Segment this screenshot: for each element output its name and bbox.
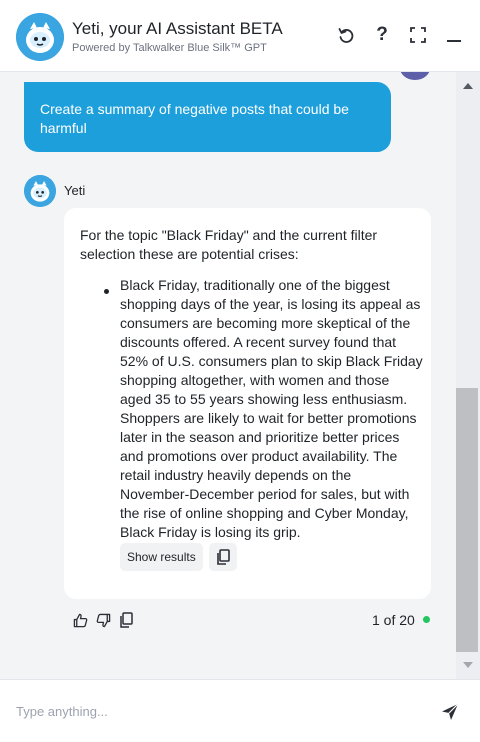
- assistant-subtitle: Powered by Talkwalker Blue Silk™ GPT: [72, 42, 267, 54]
- chat-history[interactable]: Create a summary of negative posts that …: [0, 72, 480, 679]
- message-composer: [0, 679, 480, 742]
- scroll-down-arrow-icon[interactable]: [463, 662, 473, 668]
- show-results-button[interactable]: Show results: [120, 543, 203, 571]
- crisis-bullet: Black Friday, traditionally one of the b…: [120, 277, 423, 540]
- copy-icon: [217, 549, 230, 565]
- minimize-icon: [447, 40, 461, 42]
- reset-button[interactable]: [335, 24, 357, 46]
- chat-scrollbar[interactable]: [456, 72, 480, 679]
- bot-name: Yeti: [64, 183, 86, 198]
- thumbs-up-icon: [73, 613, 87, 627]
- reset-icon: [338, 28, 354, 43]
- send-button[interactable]: [440, 702, 460, 722]
- thumbs-down-icon: [96, 613, 110, 627]
- minimize-button[interactable]: [443, 24, 465, 46]
- scrollbar-thumb[interactable]: [456, 388, 478, 652]
- copy-message-button[interactable]: [118, 612, 134, 628]
- message-input[interactable]: [16, 700, 426, 722]
- bullet-marker: [104, 289, 109, 294]
- yeti-avatar-icon: [24, 175, 56, 207]
- assistant-title: Yeti, your AI Assistant BETA: [72, 19, 283, 38]
- status-indicator: [423, 616, 430, 623]
- expand-button[interactable]: [407, 24, 429, 46]
- bot-intro-text: For the topic "Black Friday" and the cur…: [80, 227, 378, 262]
- assistant-header: Yeti, your AI Assistant BETA Powered by …: [0, 0, 480, 72]
- copy-response-button[interactable]: [209, 543, 237, 571]
- scroll-up-arrow-icon[interactable]: [463, 83, 473, 89]
- thumbs-up-button[interactable]: [72, 612, 88, 628]
- help-icon: ?: [376, 24, 388, 45]
- user-avatar: [400, 72, 430, 80]
- copy-icon: [120, 612, 133, 628]
- send-icon: [442, 703, 459, 720]
- bot-response-card: For the topic "Black Friday" and the cur…: [64, 208, 431, 599]
- yeti-avatar-icon: [16, 13, 64, 61]
- expand-icon: [410, 27, 426, 43]
- thumbs-down-button[interactable]: [95, 612, 111, 628]
- user-message: Create a summary of negative posts that …: [24, 82, 391, 152]
- response-pager: 1 of 20: [372, 612, 415, 628]
- help-button[interactable]: ?: [371, 24, 393, 46]
